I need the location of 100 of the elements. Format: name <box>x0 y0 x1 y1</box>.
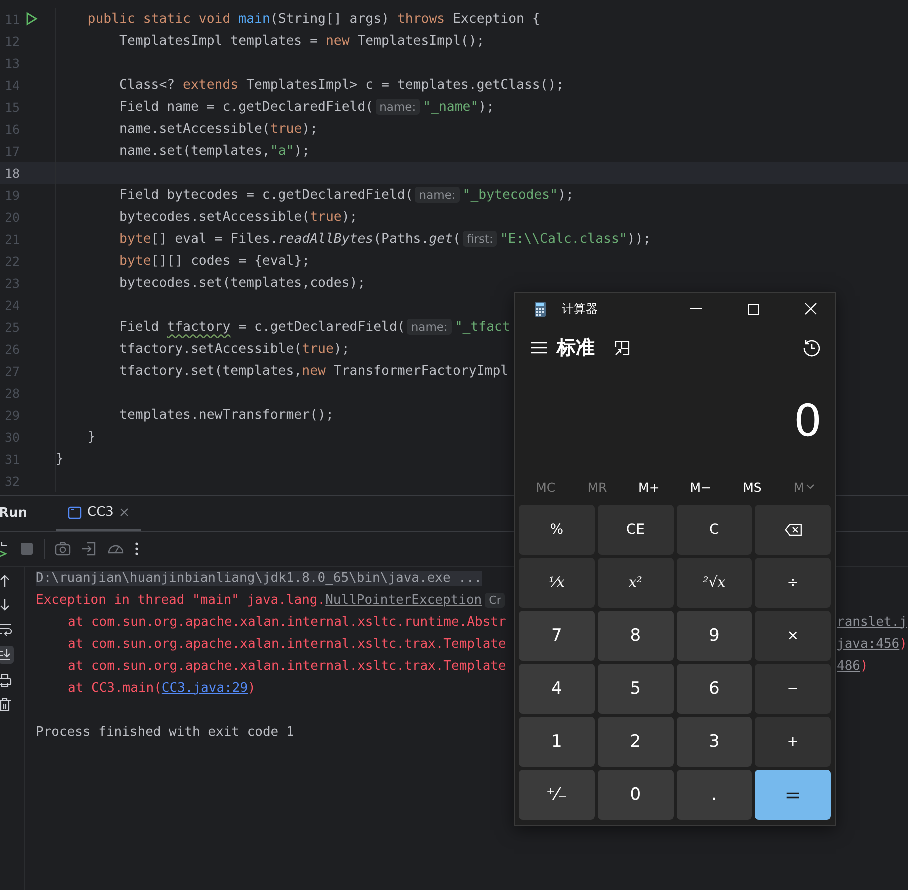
exception-link[interactable]: NullPointerException <box>326 592 482 608</box>
trash-icon[interactable] <box>0 698 12 712</box>
code-token: true <box>270 122 302 136</box>
key-button[interactable]: ÷ <box>755 558 831 608</box>
code-token: (String[] args) <box>270 12 390 26</box>
result-display: 0 <box>793 394 823 448</box>
code-token: name.set(templates, <box>118 144 270 158</box>
code-token: tfactory.set(templates, <box>118 364 302 378</box>
minimize-icon[interactable] <box>690 308 702 310</box>
key-button[interactable]: ¹⁄x <box>519 558 595 608</box>
code-token: ); <box>294 144 310 158</box>
code-token: byte <box>118 232 152 246</box>
code-token: )); <box>627 232 652 246</box>
code-token: ); <box>334 342 350 356</box>
mode-title: 标准 <box>557 336 595 361</box>
code-token: main <box>238 12 270 26</box>
code-token: true <box>302 342 334 356</box>
more-icon[interactable] <box>135 542 139 556</box>
code-token: new <box>302 364 327 378</box>
code-token: "_tfact <box>454 320 510 334</box>
stack-frame-end: ) <box>860 658 868 674</box>
key-button[interactable]: 9 <box>676 611 752 661</box>
key-button[interactable]: = <box>755 770 831 820</box>
code-token: (Paths. <box>374 232 430 246</box>
keep-on-top-icon[interactable] <box>615 340 630 356</box>
source-link[interactable]: CC3.java:29 <box>162 680 248 696</box>
code-token: throws <box>397 12 446 26</box>
key-button[interactable]: 8 <box>598 611 674 661</box>
key-button[interactable]: 5 <box>598 664 674 714</box>
down-arrow-icon[interactable] <box>0 598 12 612</box>
menu-icon[interactable] <box>531 342 547 354</box>
key-button[interactable]: 3 <box>676 717 752 767</box>
camera-icon[interactable] <box>55 542 71 556</box>
code-token: ); <box>302 122 318 136</box>
key-button[interactable]: 1 <box>519 717 595 767</box>
calculator-app-icon <box>535 302 546 316</box>
stop-icon[interactable] <box>20 542 34 556</box>
console-error: Exception in thread "main" java.lang. <box>36 592 326 608</box>
code-token: Field bytecodes = c.getDeclaredField( <box>118 188 414 202</box>
parameter-hint: first: <box>462 230 498 246</box>
parameter-hint: name: <box>415 186 460 202</box>
key-button[interactable]: CE <box>598 505 674 555</box>
key-button[interactable]: × <box>755 611 831 661</box>
code-token: ); <box>478 100 495 114</box>
stack-frame: at CC3.main( <box>36 680 162 696</box>
stack-frame: at com.sun.org.apache.xalan.internal.xsltc.trax.Template <box>36 658 506 674</box>
code-token: "E:\\Calc.class" <box>500 232 628 246</box>
code-token: Field name = c.getDeclaredField( <box>118 100 374 114</box>
memory-button[interactable]: M− <box>675 472 727 502</box>
key-button[interactable]: 7 <box>519 611 595 661</box>
key-button[interactable]: + <box>755 717 831 767</box>
key-button[interactable]: . <box>676 770 752 820</box>
print-icon[interactable] <box>0 674 12 688</box>
code-token: tfactory <box>167 320 231 334</box>
key-button[interactable]: x² <box>598 558 674 608</box>
key-button[interactable]: 4 <box>519 664 595 714</box>
stack-frame-end: ) <box>900 636 908 652</box>
key-button[interactable]: 2 <box>598 717 674 767</box>
code-token: "_name" <box>423 100 479 114</box>
code-token: Field <box>118 320 160 334</box>
code-token: TemplatesImpl templates = <box>118 34 320 48</box>
stack-frame-end: ) <box>248 680 256 696</box>
console-command: D:\ruanjian\huanjinbianliang\jdk1.8.0_65\bin\java.exe ... <box>36 570 482 586</box>
code-token: bytecodes.set(templates,codes); <box>118 276 366 290</box>
line-number: 18 <box>4 166 21 180</box>
code-token: bytecodes.setAccessible( <box>118 210 310 224</box>
rerun-icon[interactable] <box>0 540 10 558</box>
scroll-to-end-icon[interactable] <box>0 648 11 662</box>
source-link[interactable]: java:456 <box>837 636 900 652</box>
key-button[interactable]: ⁺⁄₋ <box>519 770 595 820</box>
up-arrow-icon[interactable] <box>0 574 12 588</box>
maximize-icon[interactable] <box>748 304 759 314</box>
code-token: ); <box>558 188 574 202</box>
backspace-icon <box>784 524 802 536</box>
memory-button[interactable]: M+ <box>623 472 675 502</box>
panel-title: Run <box>0 506 28 521</box>
create-hint-badge[interactable]: Cr <box>485 592 506 608</box>
key-button[interactable]: − <box>755 664 831 714</box>
key-button[interactable]: % <box>519 505 595 555</box>
wrap-icon[interactable] <box>0 622 12 636</box>
code-token: = c.getDeclaredField( <box>238 320 406 334</box>
source-link[interactable]: ranslet.j <box>837 614 908 630</box>
code-token: "_bytecodes" <box>462 188 558 202</box>
exit-icon[interactable] <box>81 541 97 557</box>
code-token: } <box>56 452 64 466</box>
key-button[interactable]: ²√x <box>676 558 752 608</box>
memory-button[interactable]: MS <box>726 472 778 502</box>
source-link[interactable]: 486 <box>837 658 860 674</box>
key-button[interactable]: 0 <box>598 770 674 820</box>
history-icon[interactable] <box>803 339 821 357</box>
console-output: Process finished with exit code 1 <box>36 724 294 740</box>
code-token: new <box>326 34 351 48</box>
code-token: tfactory.setAccessible( <box>118 342 302 356</box>
code-token: TemplatesImpl> c = templates.getClass(); <box>246 78 564 92</box>
run-icon[interactable] <box>26 12 38 26</box>
key-button[interactable]: 6 <box>676 664 752 714</box>
run-tab[interactable]: CC3 <box>56 496 141 531</box>
code-token: public static void <box>86 12 232 26</box>
key-button[interactable]: C <box>676 505 752 555</box>
code-token: name.setAccessible( <box>118 122 270 136</box>
